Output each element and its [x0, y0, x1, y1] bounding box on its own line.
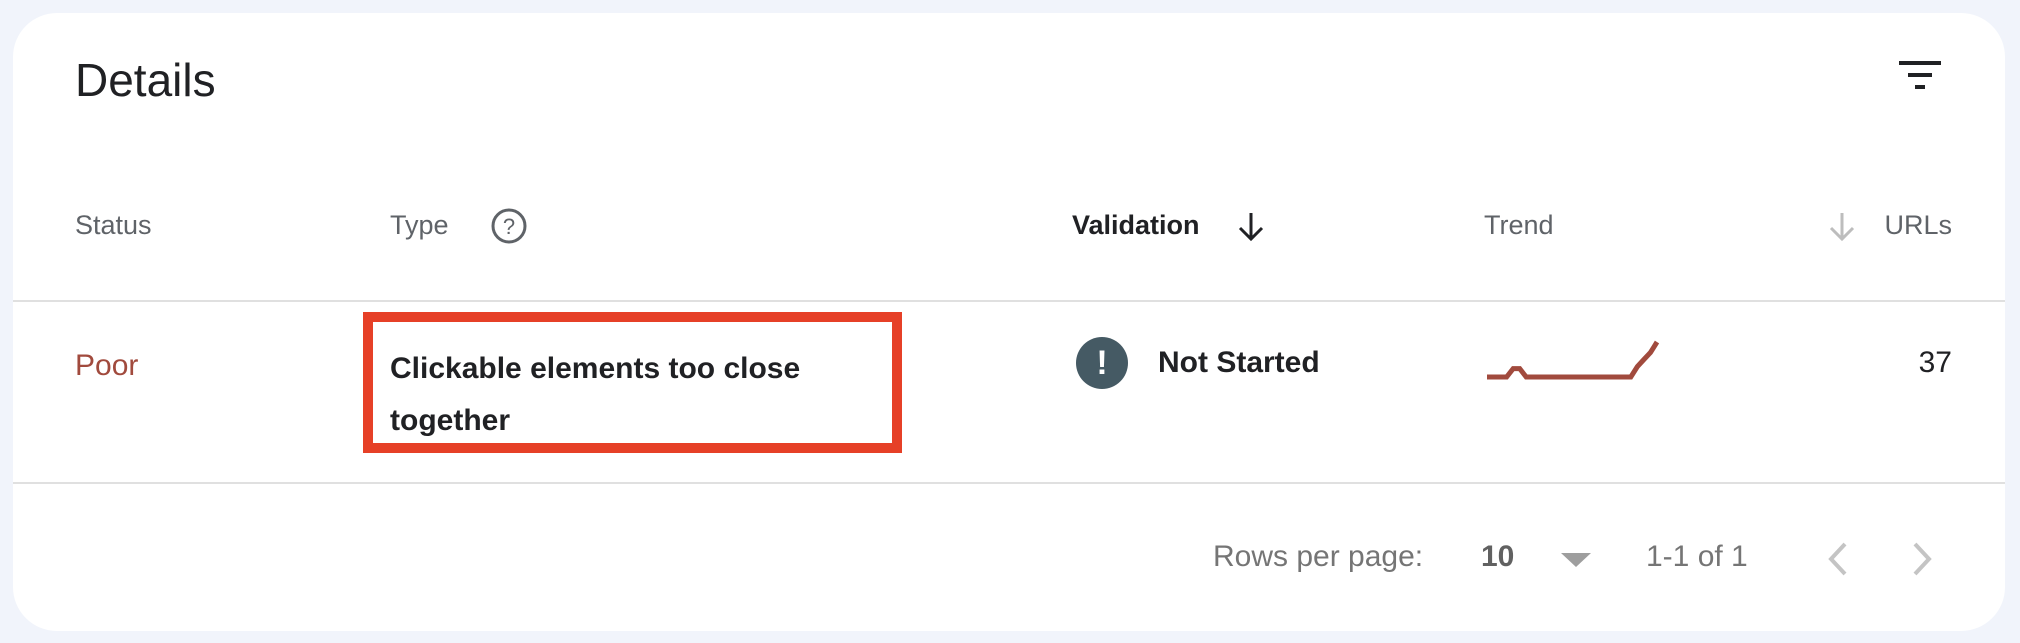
trend-line — [1487, 340, 1660, 380]
chevron-left-icon[interactable] — [1825, 541, 1851, 577]
dropdown-triangle-icon[interactable] — [1559, 551, 1593, 569]
column-header-urls[interactable]: URLs — [1884, 207, 1952, 243]
rows-per-page-label: Rows per page: — [1213, 540, 1424, 573]
trend-sparkline — [1487, 340, 1660, 380]
help-circle-icon[interactable]: ? — [490, 207, 528, 245]
page-title: Details — [75, 54, 216, 106]
column-header-validation[interactable]: Validation — [1072, 207, 1200, 243]
pagination-range: 1-1 of 1 — [1646, 540, 1748, 573]
exclamation-icon: ! — [1076, 337, 1128, 389]
rows-per-page-select[interactable]: 10 — [1481, 537, 1514, 577]
type-cell: Clickable elements too close together — [390, 352, 801, 437]
status-cell: Poor — [75, 349, 139, 382]
chevron-right-icon[interactable] — [1909, 541, 1935, 577]
svg-text:?: ? — [503, 214, 515, 239]
arrow-down-icon[interactable] — [1826, 210, 1858, 244]
column-header-trend: Trend — [1484, 210, 1554, 240]
validation-cell: Not Started — [1158, 346, 1320, 379]
divider — [13, 482, 2005, 484]
urls-cell: 37 — [1918, 346, 1952, 379]
column-header-status[interactable]: Status — [75, 207, 152, 243]
arrow-down-icon[interactable] — [1235, 210, 1267, 244]
filter-icon[interactable] — [1895, 55, 1945, 95]
column-header-type[interactable]: Type — [390, 207, 449, 243]
details-card: Details Status Type ? Validation Trend U… — [13, 13, 2005, 631]
divider — [13, 300, 2005, 302]
